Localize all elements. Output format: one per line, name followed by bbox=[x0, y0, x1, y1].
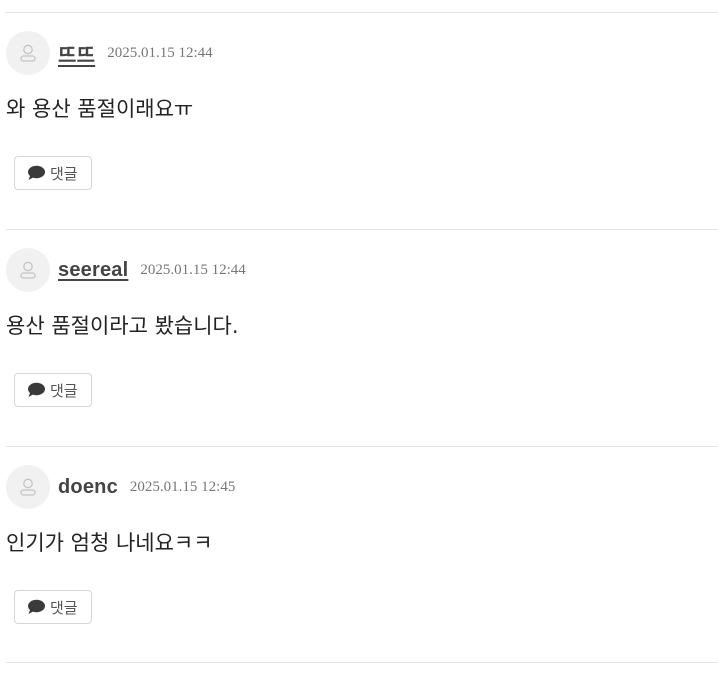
comment-item: doenc 2025.01.15 12:45 인기가 엄청 나네요ㅋㅋ 댓글 bbox=[6, 446, 718, 662]
author-name[interactable]: seereal bbox=[58, 259, 128, 282]
reply-button[interactable]: 댓글 bbox=[14, 590, 92, 624]
reply-button[interactable]: 댓글 bbox=[14, 373, 92, 407]
user-outline-icon bbox=[18, 477, 38, 497]
speech-bubble-icon bbox=[27, 599, 46, 615]
reply-button-label: 댓글 bbox=[50, 381, 78, 400]
avatar bbox=[6, 31, 50, 75]
comment-item: 뜨뜨 2025.01.15 12:44 와 용산 품절이래요ㅠ 댓글 bbox=[6, 12, 718, 228]
avatar bbox=[6, 248, 50, 292]
speech-bubble-icon bbox=[27, 382, 46, 398]
comment-text: 와 용산 품절이래요ㅠ bbox=[6, 97, 194, 121]
reply-button-label: 댓글 bbox=[50, 598, 78, 617]
comment-timestamp: 2025.01.15 12:44 bbox=[140, 261, 246, 278]
speech-bubble-icon bbox=[27, 165, 46, 181]
avatar bbox=[6, 465, 50, 509]
comment-timestamp: 2025.01.15 12:45 bbox=[129, 478, 236, 495]
bottom-divider bbox=[6, 662, 718, 663]
comment-text: 인기가 엄청 나네요ㅋㅋ bbox=[6, 531, 213, 555]
comment-item: seereal 2025.01.15 12:44 용산 품절이라고 봤습니다. … bbox=[6, 229, 718, 445]
reply-button-label: 댓글 bbox=[50, 164, 78, 183]
comment-text: 용산 품절이라고 봤습니다. bbox=[6, 314, 239, 338]
comment-timestamp: 2025.01.15 12:44 bbox=[107, 44, 213, 61]
user-outline-icon bbox=[18, 260, 38, 280]
comment-header: doenc 2025.01.15 12:45 bbox=[6, 464, 235, 510]
author-name[interactable]: doenc bbox=[58, 476, 118, 499]
reply-button[interactable]: 댓글 bbox=[14, 156, 92, 190]
comment-header: seereal 2025.01.15 12:44 bbox=[6, 247, 246, 293]
comment-header: 뜨뜨 2025.01.15 12:44 bbox=[6, 30, 213, 76]
comment-list: 뜨뜨 2025.01.15 12:44 와 용산 품절이래요ㅠ 댓글 seere… bbox=[0, 0, 718, 678]
author-name[interactable]: 뜨뜨 bbox=[58, 39, 95, 68]
user-outline-icon bbox=[18, 43, 38, 63]
